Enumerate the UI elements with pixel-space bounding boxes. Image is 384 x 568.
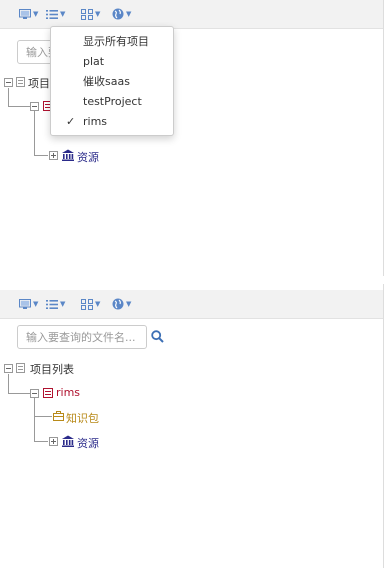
search-icon[interactable]	[151, 330, 164, 343]
menu-item-label: plat	[83, 54, 105, 68]
tree-connector	[34, 416, 52, 417]
tree-package-label[interactable]: 知识包	[66, 410, 99, 426]
folder-icon	[43, 388, 53, 398]
tree-root-toggle[interactable]	[4, 364, 13, 373]
tree-root-label[interactable]: 项目	[28, 75, 50, 91]
tree-root-toggle[interactable]	[4, 78, 13, 87]
resource-toggle[interactable]	[49, 151, 58, 160]
list-icon	[16, 77, 25, 87]
chevron-down-icon: ▼	[126, 299, 132, 308]
monitor-icon	[19, 298, 31, 309]
list-icon	[16, 363, 25, 373]
chevron-down-icon: ▼	[33, 9, 39, 18]
chevron-down-icon: ▼	[95, 299, 101, 308]
layout-button[interactable]: ▼	[81, 6, 100, 22]
menu-item-label: 显示所有项目	[83, 35, 149, 48]
top-panel: ▼ ▼ ▼ ▼ 输入要 项目 资源 显示所有项目 plat 催收saas tes…	[0, 0, 384, 276]
view-mode-button[interactable]: ▼	[19, 6, 38, 22]
globe-icon	[112, 298, 124, 310]
package-icon	[53, 411, 64, 421]
toolbar: ▼ ▼ ▼ ▼	[0, 290, 383, 319]
search-input[interactable]: 输入要查询的文件名...	[17, 325, 147, 349]
menu-item-show-all[interactable]: 显示所有项目	[51, 31, 173, 51]
rims-toggle[interactable]	[30, 389, 39, 398]
tree-connector	[8, 106, 30, 107]
tree-connector	[8, 374, 9, 393]
grid-icon	[81, 298, 93, 310]
language-button[interactable]: ▼	[112, 6, 131, 22]
tree-resource-label[interactable]: 资源	[77, 435, 99, 451]
project-filter-button[interactable]: ▼	[46, 6, 65, 22]
menu-item-saas[interactable]: 催收saas	[51, 71, 173, 91]
search-placeholder: 输入要查询的文件名...	[26, 331, 136, 344]
panel-separator	[0, 276, 384, 284]
language-button[interactable]: ▼	[112, 296, 131, 312]
tree-connector	[34, 111, 35, 155]
grid-icon	[81, 8, 93, 20]
view-mode-button[interactable]: ▼	[19, 296, 38, 312]
project-filter-button[interactable]: ▼	[46, 296, 65, 312]
layout-button[interactable]: ▼	[81, 296, 100, 312]
tree-root-label[interactable]: 项目列表	[30, 361, 74, 377]
chevron-down-icon: ▼	[95, 9, 101, 18]
chevron-down-icon: ▼	[60, 9, 66, 18]
bottom-panel: ▼ ▼ ▼ ▼ 输入要查询的文件名... 项目列表 rims 知识包 资源	[0, 284, 384, 568]
menu-item-label: 催收saas	[83, 75, 130, 88]
tree-resource-label[interactable]: 资源	[77, 149, 99, 165]
chevron-down-icon: ▼	[33, 299, 39, 308]
tree-connector	[34, 398, 35, 441]
chevron-down-icon: ▼	[60, 299, 66, 308]
tree-connector	[34, 441, 48, 442]
menu-item-label: testProject	[83, 94, 142, 108]
toolbar: ▼ ▼ ▼ ▼	[0, 0, 383, 29]
resource-toggle[interactable]	[49, 437, 58, 446]
menu-item-label: rims	[83, 114, 108, 128]
check-icon: ✓	[66, 114, 76, 128]
menu-item-plat[interactable]: plat	[51, 51, 173, 71]
list-icon	[46, 9, 58, 19]
rims-toggle[interactable]	[30, 102, 39, 111]
tree-connector	[8, 88, 9, 106]
menu-item-rims[interactable]: ✓ rims	[51, 111, 173, 131]
globe-icon	[112, 8, 124, 20]
list-icon	[46, 299, 58, 309]
monitor-icon	[19, 8, 31, 19]
tree-connector	[8, 393, 30, 394]
bank-icon	[62, 435, 74, 447]
chevron-down-icon: ▼	[126, 9, 132, 18]
project-menu: 显示所有项目 plat 催收saas testProject ✓ rims	[50, 26, 174, 136]
menu-item-testproject[interactable]: testProject	[51, 91, 173, 111]
bank-icon	[62, 149, 74, 161]
tree-connector	[34, 155, 48, 156]
tree-rims-label[interactable]: rims	[56, 386, 80, 399]
